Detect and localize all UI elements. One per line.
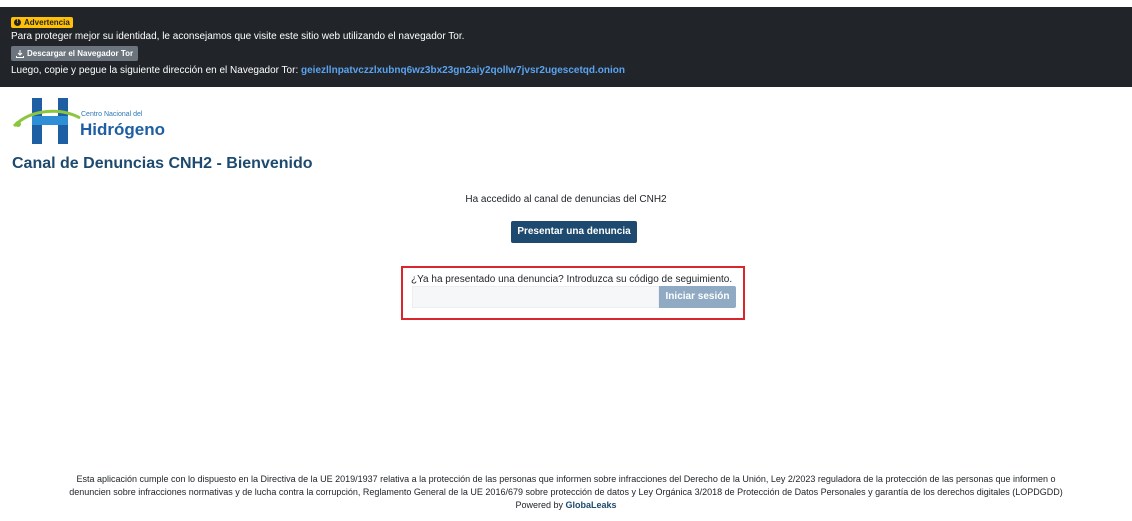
welcome-text: Ha accedido al canal de denuncias del CN… bbox=[465, 194, 667, 205]
submit-report-button[interactable]: Presentar una denuncia bbox=[511, 221, 637, 243]
footer-legal-line-2: denuncien sobre infracciones normativas … bbox=[69, 487, 1063, 497]
tor-copy-line: Luego, copie y pegue la siguiente direcc… bbox=[11, 65, 1121, 77]
page-title: Canal de Denuncias CNH2 - Bienvenido bbox=[12, 155, 313, 172]
warning-badge: ! Advertencia bbox=[11, 17, 73, 28]
logo-org-small: Centro Nacional del bbox=[81, 111, 143, 118]
globaleaks-link[interactable]: GlobaLeaks bbox=[566, 500, 617, 510]
hydrogen-h-logo-icon bbox=[12, 98, 81, 144]
download-tor-label: Descargar el Navegador Tor bbox=[27, 49, 134, 58]
footer-legal-line-1: Esta aplicación cumple con lo dispuesto … bbox=[76, 474, 1056, 484]
tor-copy-instruction: Luego, copie y pegue la siguiente direcc… bbox=[11, 65, 299, 76]
powered-by-prefix: Powered by bbox=[515, 500, 563, 510]
download-tor-button[interactable]: Descargar el Navegador Tor bbox=[11, 46, 139, 61]
download-icon bbox=[16, 49, 24, 58]
exclamation-circle-icon: ! bbox=[14, 19, 21, 26]
receipt-code-input[interactable] bbox=[412, 286, 659, 308]
cnh2-logo: Centro Nacional del Hidrógeno bbox=[12, 96, 182, 148]
tor-message: Para proteger mejor su identidad, le aco… bbox=[11, 31, 465, 42]
tor-warning-banner: ! Advertencia Para proteger mejor su ide… bbox=[0, 7, 1132, 87]
receipt-login-box: ¿Ya ha presentado una denuncia? Introduz… bbox=[401, 266, 745, 320]
onion-address-link[interactable]: geiezllnpatvczzlxubnq6wz3bx23gn2aiy2qoll… bbox=[301, 65, 625, 76]
logo-org-big: Hidrógeno bbox=[80, 120, 165, 139]
login-button[interactable]: Iniciar sesión bbox=[659, 286, 736, 308]
receipt-prompt: ¿Ya ha presentado una denuncia? Introduz… bbox=[411, 274, 733, 285]
footer: Esta aplicación cumple con lo dispuesto … bbox=[0, 473, 1132, 512]
powered-by: Powered by GlobaLeaks bbox=[0, 499, 1132, 512]
warning-badge-label: Advertencia bbox=[24, 18, 70, 27]
